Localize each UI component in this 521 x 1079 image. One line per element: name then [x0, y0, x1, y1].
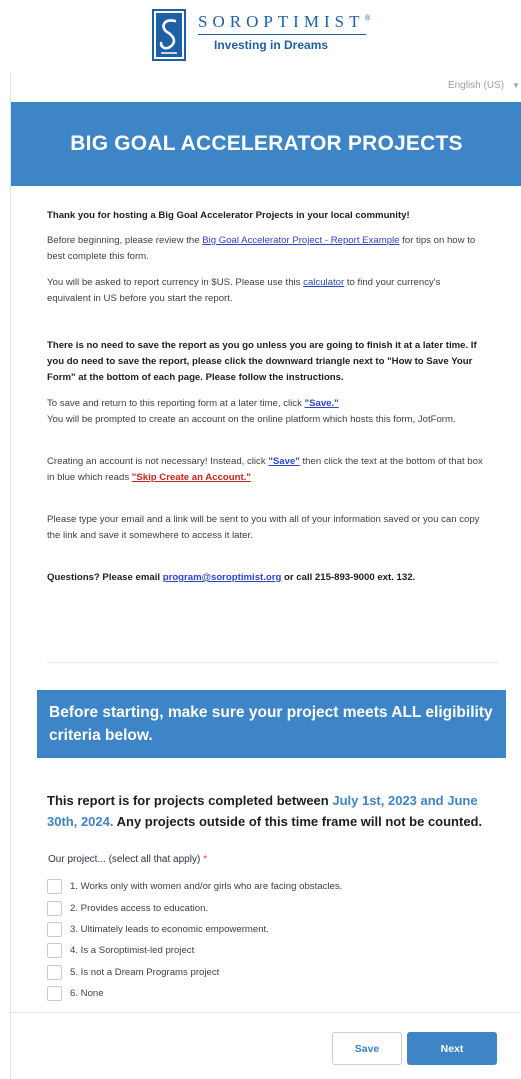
- checkbox[interactable]: [47, 900, 62, 916]
- checkbox[interactable]: [47, 986, 62, 1002]
- skip-create-account-link[interactable]: "Skip Create an Account.": [132, 472, 251, 483]
- logo-wordmark: SOROPTIMIST®: [198, 12, 371, 31]
- intro-prompted: You will be prompted to create an accoun…: [47, 414, 456, 425]
- report-example-link[interactable]: Big Goal Accelerator Project - Report Ex…: [202, 235, 399, 246]
- criteria-options: 1. Works only with women and/or girls wh…: [47, 876, 342, 1004]
- section-divider: [47, 662, 499, 663]
- intro-account: Creating an account is not necessary! In…: [47, 456, 483, 483]
- chevron-down-icon: ▼: [512, 81, 520, 90]
- logo-tagline: Investing in Dreams: [214, 38, 329, 52]
- intro-currency: You will be asked to report currency in …: [47, 277, 441, 304]
- option-none[interactable]: 6. None: [47, 983, 342, 1004]
- logo-underline: [198, 34, 366, 35]
- checkbox[interactable]: [47, 921, 62, 937]
- language-select[interactable]: English (US) ▼: [448, 80, 520, 91]
- intro-review: Before beginning, please review the Big …: [47, 235, 476, 262]
- intro-email-note: Please type your email and a link will b…: [47, 514, 480, 541]
- form-header-banner: BIG GOAL ACCELERATOR PROJECTS: [11, 102, 521, 186]
- intro-thanks: Thank you for hosting a Big Goal Acceler…: [47, 210, 410, 221]
- intro-no-save: There is no need to save the report as y…: [47, 340, 477, 383]
- intro-text: Thank you for hosting a Big Goal Acceler…: [11, 208, 521, 586]
- checkbox[interactable]: [47, 964, 62, 980]
- option-economic-empowerment[interactable]: 3. Ultimately leads to economic empowerm…: [47, 919, 342, 940]
- checkbox[interactable]: [47, 879, 62, 895]
- option-soroptimist-led[interactable]: 4. Is a Soroptimist-led project: [47, 940, 342, 961]
- language-selected-label: English (US): [447, 80, 505, 91]
- intro-save: To save and return to this reporting for…: [47, 398, 339, 409]
- next-button[interactable]: Next: [407, 1032, 497, 1065]
- criteria-period: This report is for projects completed be…: [47, 793, 483, 829]
- account-save-link[interactable]: "Save": [268, 456, 300, 467]
- form-card: English (US) ▼ BIG GOAL ACCELERATOR PROJE…: [10, 72, 521, 1079]
- option-not-dream-programs[interactable]: 5. Is not a Dream Programs project: [47, 962, 342, 983]
- page-title: BIG GOAL ACCELERATOR PROJECTS: [70, 132, 463, 155]
- save-button[interactable]: Save: [332, 1032, 402, 1065]
- option-access-education[interactable]: 2. Provides access to education.: [47, 897, 342, 918]
- logo-header: SOROPTIMIST® Investing in Dreams: [0, 0, 521, 72]
- footer-divider: [11, 1012, 521, 1013]
- intro-questions: Questions? Please email program@soroptim…: [47, 572, 416, 583]
- question-label: Our project... (select all that apply) *: [48, 854, 208, 865]
- checkbox[interactable]: [47, 943, 62, 959]
- calculator-link[interactable]: calculator: [303, 277, 344, 288]
- soroptimist-emblem-icon: [152, 9, 186, 61]
- required-mark: *: [203, 854, 208, 865]
- option-works-with-women[interactable]: 1. Works only with women and/or girls wh…: [47, 876, 342, 897]
- save-link[interactable]: "Save.": [305, 398, 339, 409]
- criteria-banner: Before starting, make sure your project …: [37, 690, 506, 758]
- email-link[interactable]: program@soroptimist.org: [163, 572, 282, 583]
